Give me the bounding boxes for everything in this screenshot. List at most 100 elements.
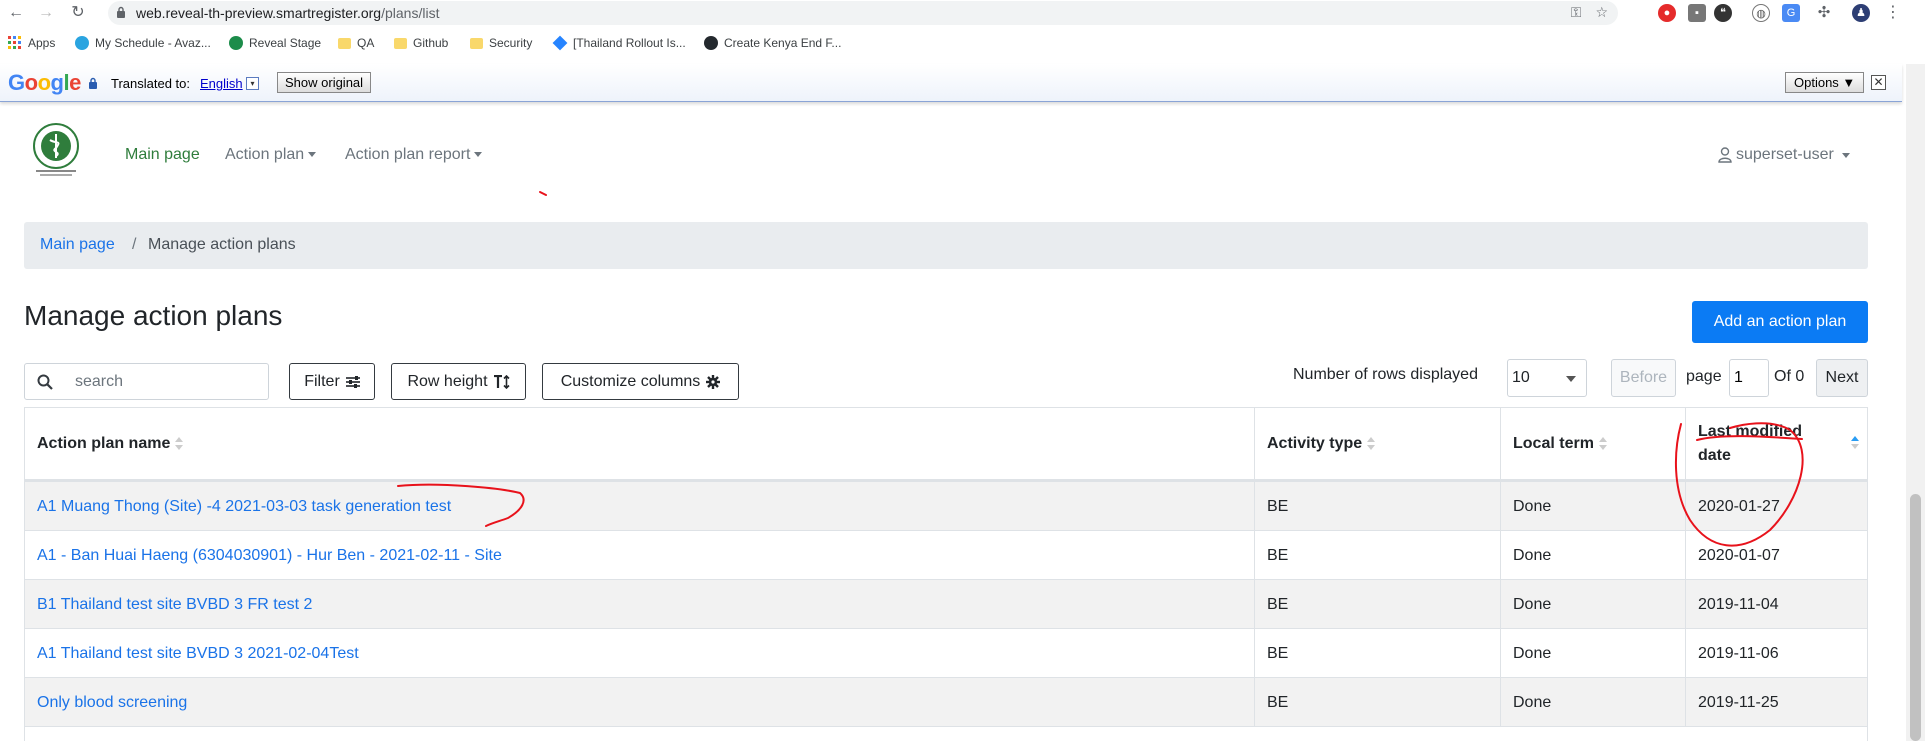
extension-translate-icon[interactable]: G bbox=[1782, 4, 1800, 22]
bookmark-schedule[interactable]: My Schedule - Avaz... bbox=[75, 36, 211, 50]
next-page-button[interactable]: Next bbox=[1816, 359, 1868, 397]
filter-button[interactable]: Filter bbox=[289, 363, 375, 400]
search-icon bbox=[37, 374, 53, 390]
previous-page-button[interactable]: Before bbox=[1611, 359, 1676, 397]
breadcrumb-main-page[interactable]: Main page bbox=[40, 236, 115, 254]
bookmark-reveal-stage[interactable]: Reveal Stage bbox=[229, 36, 321, 50]
page-title: Manage action plans bbox=[24, 300, 283, 331]
activity-type-cell: BE bbox=[1254, 678, 1500, 727]
extension-adblock-icon[interactable]: ● bbox=[1658, 4, 1676, 22]
local-term-cell: Done bbox=[1500, 482, 1685, 531]
local-term-cell: Done bbox=[1500, 531, 1685, 580]
add-action-plan-button[interactable]: Add an action plan bbox=[1692, 301, 1868, 343]
bookmark-label: Github bbox=[413, 36, 449, 50]
table-row: A1 Thailand test site BVBD 3 2021-02-04T… bbox=[25, 628, 1867, 678]
language-link[interactable]: English bbox=[200, 76, 243, 91]
extension-icon[interactable]: ▪ bbox=[1688, 4, 1706, 22]
bookmark-thailand-rollout[interactable]: [Thailand Rollout Is... bbox=[552, 35, 686, 51]
bookmark-qa[interactable]: QA bbox=[338, 36, 374, 50]
rows-per-page-select[interactable]: 10 bbox=[1507, 359, 1587, 397]
bookmark-apps[interactable]: Apps bbox=[8, 36, 55, 50]
column-header-action-plan-name[interactable]: Action plan name bbox=[25, 408, 1254, 479]
table-row bbox=[25, 726, 1867, 741]
plan-name-link[interactable]: B1 Thailand test site BVBD 3 FR test 2 bbox=[37, 596, 312, 614]
activity-type-cell: BE bbox=[1254, 482, 1500, 531]
reveal-icon bbox=[229, 36, 243, 50]
row-height-button[interactable]: Row height bbox=[391, 363, 526, 400]
local-term-cell: Done bbox=[1500, 580, 1685, 629]
back-icon[interactable]: ← bbox=[6, 3, 26, 23]
chevron-down-icon bbox=[1566, 376, 1576, 382]
star-icon[interactable]: ☆ bbox=[1595, 4, 1608, 21]
last-modified-cell: 2019-11-04 bbox=[1685, 580, 1869, 629]
scrollbar-thumb[interactable] bbox=[1910, 494, 1921, 741]
language-dropdown-icon[interactable]: ▾ bbox=[246, 77, 259, 90]
bookmark-label: Security bbox=[489, 36, 533, 50]
action-plans-table: Action plan name Activity type Local ter… bbox=[24, 407, 1868, 741]
breadcrumb-current: Manage action plans bbox=[148, 236, 296, 253]
rows-per-page-value: 10 bbox=[1512, 369, 1530, 386]
show-original-button[interactable]: Show original bbox=[277, 72, 372, 93]
jira-icon bbox=[552, 35, 568, 51]
plan-name-link[interactable]: A1 Thailand test site BVBD 3 2021-02-04T… bbox=[37, 645, 359, 663]
column-header-label: Last modified date bbox=[1698, 422, 1803, 464]
page-number-input[interactable] bbox=[1729, 359, 1769, 397]
table-row: A1 Muang Thong (Site) -4 2021-03-03 task… bbox=[25, 481, 1869, 531]
profile-avatar[interactable]: ♟ bbox=[1852, 4, 1870, 22]
nav-action-plan-report[interactable]: Action plan report bbox=[345, 146, 483, 164]
column-header-label: Local term bbox=[1513, 434, 1594, 452]
column-header-label: Action plan name bbox=[37, 434, 171, 452]
page-label: page bbox=[1686, 368, 1722, 385]
close-icon[interactable]: ✕ bbox=[1871, 75, 1886, 90]
bookmark-create-kenya[interactable]: Create Kenya End F... bbox=[704, 36, 841, 50]
activity-type-cell: BE bbox=[1254, 531, 1500, 580]
plan-name-link[interactable]: A1 - Ban Huai Haeng (6304030901) - Hur B… bbox=[37, 547, 502, 565]
column-header-local-term[interactable]: Local term bbox=[1500, 408, 1685, 479]
activity-type-cell: BE bbox=[1254, 629, 1500, 678]
column-header-last-modified-date[interactable]: Last modified date bbox=[1685, 408, 1869, 479]
apps-grid-icon bbox=[8, 36, 21, 49]
search-input[interactable] bbox=[75, 371, 255, 393]
key-icon[interactable]: ⚿ bbox=[1571, 4, 1582, 21]
caret-down-icon bbox=[1841, 152, 1850, 158]
google-translate-bar: Google Translated to: English ▾ Show ori… bbox=[0, 64, 1902, 102]
caret-down-icon bbox=[308, 152, 317, 158]
plan-name-link[interactable]: A1 Muang Thong (Site) -4 2021-03-03 task… bbox=[37, 498, 451, 516]
text-height-icon bbox=[493, 374, 510, 389]
page-scrollbar[interactable] bbox=[1906, 64, 1925, 741]
reload-icon[interactable]: ↻ bbox=[68, 3, 88, 23]
forward-icon[interactable]: → bbox=[36, 3, 56, 23]
nav-action-plan[interactable]: Action plan bbox=[225, 146, 317, 164]
browser-menu-icon[interactable]: ⋮ bbox=[1884, 4, 1902, 22]
plan-name-cell: A1 - Ban Huai Haeng (6304030901) - Hur B… bbox=[25, 531, 1254, 580]
extension-chat-icon[interactable]: ❝ bbox=[1714, 4, 1732, 22]
avaza-icon bbox=[75, 36, 89, 50]
row-height-label: Row height bbox=[407, 372, 488, 390]
plan-name-link[interactable]: Only blood screening bbox=[37, 694, 187, 712]
column-header-activity-type[interactable]: Activity type bbox=[1254, 408, 1500, 479]
address-bar[interactable]: web.reveal-th-preview.smartregister.org/… bbox=[108, 1, 1618, 25]
bookmark-label: Apps bbox=[28, 36, 56, 50]
ministry-logo bbox=[33, 123, 79, 176]
customize-columns-button[interactable]: Customize columns bbox=[542, 363, 739, 400]
extension-circle-icon[interactable]: ◍ bbox=[1752, 4, 1770, 22]
nav-main-page[interactable]: Main page bbox=[125, 146, 200, 164]
gear-icon bbox=[706, 374, 721, 389]
last-modified-cell: 2020-01-27 bbox=[1685, 482, 1869, 531]
extensions-puzzle-icon[interactable]: ✣ bbox=[1815, 4, 1833, 22]
user-name: superset-user bbox=[1736, 146, 1834, 163]
user-menu[interactable]: superset-user bbox=[1718, 146, 1850, 164]
bookmark-security[interactable]: Security bbox=[470, 36, 532, 50]
page-count-label: Of 0 bbox=[1774, 368, 1805, 385]
caret-down-icon bbox=[474, 152, 483, 158]
breadcrumb: Main page / Manage action plans bbox=[24, 222, 1868, 269]
bookmark-github[interactable]: Github bbox=[394, 36, 448, 50]
folder-icon bbox=[394, 37, 407, 49]
plan-name-cell: A1 Thailand test site BVBD 3 2021-02-04T… bbox=[25, 629, 1254, 678]
search-field[interactable] bbox=[24, 363, 269, 400]
bookmarks-bar: Apps My Schedule - Avaz... Reveal Stage … bbox=[0, 31, 1925, 57]
filter-label: Filter bbox=[304, 372, 340, 390]
translate-options-button[interactable]: Options ▼ bbox=[1785, 72, 1865, 93]
table-row: A1 - Ban Huai Haeng (6304030901) - Hur B… bbox=[25, 530, 1867, 580]
breadcrumb-separator: / bbox=[132, 236, 137, 253]
